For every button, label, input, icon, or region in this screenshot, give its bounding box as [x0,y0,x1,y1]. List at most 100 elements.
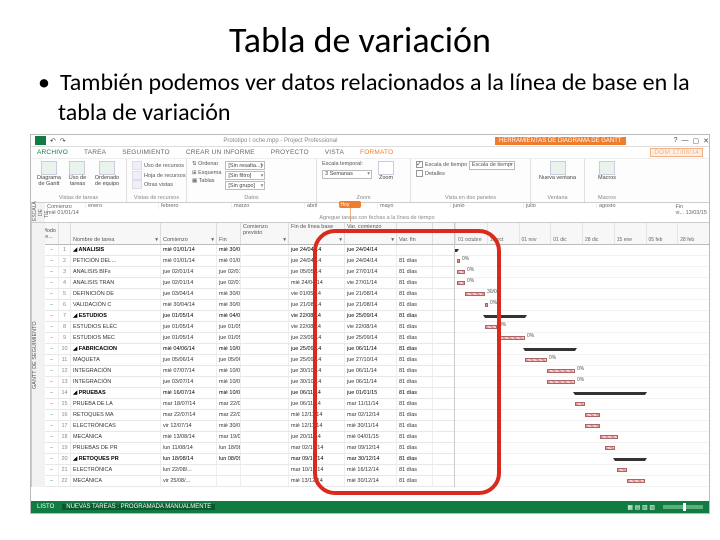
bar-label: 0% [490,300,497,306]
view-switcher-icon[interactable]: ▦ ▤ ▧ ▨ [627,504,655,511]
zoom-slider[interactable] [663,505,703,509]
table-row[interactable]: ⎯1◢ ANALISISmié 01/01/14mié 30/04/14jue … [45,245,454,256]
app-icon [35,136,46,145]
dd-resaltar[interactable]: [Sin resalta...] [225,161,265,170]
table-row[interactable]: ⎯2PETICIÓN DEL…mié 01/01/14mié 01/01/14j… [45,256,454,267]
group-vistas-tareas: Diagrama de Gantt Uso de tareas Ordenado… [31,159,127,202]
dd-filtro[interactable]: [Sin filtro] [225,171,265,180]
task-bar[interactable] [585,413,600,417]
task-bar[interactable] [600,435,618,439]
qat-redo-icon[interactable]: ↷ [60,137,66,145]
dd-escala[interactable]: 3 Semanas [322,170,372,179]
task-bar[interactable] [485,303,488,307]
bar-label: 0% [462,256,469,262]
table-row[interactable]: ⎯15PRUEBA DE LAmar 18/07/14mar 22/07/14j… [45,399,454,410]
summary-bar[interactable] [575,392,645,395]
gantt-row [455,344,709,355]
task-bar[interactable] [617,468,627,472]
gantt-chart[interactable]: 01 octubre10 oct01 nov01 dic28 dic15 ene… [455,223,709,487]
tab-seguimiento[interactable]: Seguimiento [122,149,170,156]
slide: Tabla de variación También podemos ver d… [0,0,720,540]
team-icon [99,161,115,175]
task-bar[interactable] [485,325,497,329]
tool-tab-group: HERRAMIENTAS DE DIAGRAMA DE GANTT [495,137,626,145]
task-bar[interactable] [457,281,465,285]
summary-bar[interactable] [525,348,575,351]
task-bar[interactable] [465,292,485,296]
gantt-row: 0% [455,267,709,278]
table-row[interactable]: ⎯12INTEGRACIÓNmié 07/07/14mié 10/07/14ju… [45,366,454,377]
task-bar[interactable] [585,424,600,428]
variance-table[interactable]: Modo de... Nombre de tarea▾ Comienzo▾ Fi… [45,223,455,487]
table-row[interactable]: ⎯21ELECTRÓNICAlun 22/08/...mar 10/12/14m… [45,465,454,476]
table-row[interactable]: ⎯9ESTUDIOS MECjue 01/05/14jue 01/05/14ju… [45,333,454,344]
summary-bar[interactable] [615,458,645,461]
btn-ventana[interactable]: Nueva ventana [536,161,579,182]
tab-tarea[interactable]: TAREA [84,149,106,156]
tab-informe[interactable]: CREAR UN INFORME [186,149,255,156]
help-icon[interactable]: ? [674,137,678,144]
bar-label: 0% [549,355,556,361]
table-row[interactable]: ⎯14◢ PRUEBASmié 16/07/14mié 10/09/14jue … [45,388,454,399]
gantt-row [455,443,709,454]
group-vistas-recursos: Uso de recursos Hoja de recursos Otras v… [127,159,187,202]
dd-escala-t[interactable]: Escala de tiemp [469,161,515,170]
tab-vista[interactable]: VISTA [325,149,344,156]
table-row[interactable]: ⎯20◢ RETOQUES PRlun 18/08/14lun 08/09/14… [45,454,454,465]
table-row[interactable]: ⎯4ANALISIS TRANjue 02/01/14jue 02/01/14m… [45,278,454,289]
table-row[interactable]: ⎯18MECÁNICAmié 13/08/14mar 19/08/14jue 2… [45,432,454,443]
task-bar[interactable] [497,336,525,340]
tab-proyecto[interactable]: PROYECTO [271,149,309,156]
table-row[interactable]: ⎯8ESTUDIOS ELÉCjue 01/05/14jue 01/05/14v… [45,322,454,333]
table-row[interactable]: ⎯3ANALISIS BIFsjue 02/01/14jue 02/01/14j… [45,267,454,278]
btn-zoom[interactable]: Zoom [378,161,394,182]
table-row[interactable]: ⎯17ELECTRÓNICASvir 12/07/14mié 30/07/14m… [45,421,454,432]
table-row[interactable]: ⎯7◢ ESTUDIOSjue 01/05/14mié 04/06/14vie … [45,311,454,322]
gantt-row [455,245,709,256]
table-row[interactable]: ⎯5DEFINICIÓN DEjue 03/04/14mié 30/04/14v… [45,289,454,300]
gantt-icon [41,161,57,175]
table-row[interactable]: ⎯10◢ FABRICACIONmié 04/06/14mié 10/07/14… [45,344,454,355]
table-row[interactable]: ⎯22MECÁNICAvir 25/08/...mié 13/12/14mié … [45,476,454,487]
gantt-row: 0% [455,366,709,377]
gantt-row [455,410,709,421]
table-body[interactable]: ⎯1◢ ANALISISmié 01/01/14mié 30/04/14jue … [45,245,454,487]
task-bar[interactable] [605,446,615,450]
task-bar[interactable] [525,358,547,362]
task-bar[interactable] [627,479,645,483]
status-newtasks: NUEVAS TAREAS : PROGRAMADA MANUALMENTE [62,504,215,510]
task-bar[interactable] [547,380,575,384]
dd-grupo[interactable]: [Sin grupo] [225,181,265,190]
window-max-icon[interactable]: ▢ [693,137,700,145]
task-bar[interactable] [457,270,465,274]
gantt-row [455,454,709,465]
table-row[interactable]: ⎯19PRUEBAS DE PRlun 11/08/14lun 18/08/14… [45,443,454,454]
table-row[interactable]: ⎯6VALIDACIÓN Cmié 30/04/14mié 30/04/14ju… [45,300,454,311]
table-row[interactable]: ⎯11MAQUETAjue 05/06/14jue 05/06/14jue 25… [45,355,454,366]
contextual-tabs: HERRAMIENTAS DE DIAGRAMA DE GANTT [495,137,626,145]
gantt-row: 0% [455,333,709,344]
btn-gantt[interactable]: Diagrama de Gantt [36,161,62,187]
res-sheet-icon [132,171,142,180]
tab-archivo[interactable]: ARCHIVO [37,149,68,156]
table-row[interactable]: ⎯13INTEGRACIÓNjue 03/07/14mié 10/07/14ju… [45,377,454,388]
gantt-row: 0% [455,256,709,267]
task-bar[interactable] [547,369,575,373]
res-usage-icon [132,161,142,170]
window-close-icon[interactable]: ✕ [703,137,709,145]
task-bar[interactable] [457,259,460,263]
qat-undo-icon[interactable]: ↶ [50,137,56,145]
slide-bullet: También podemos ver datos relacionados a… [30,68,690,128]
status-ready: LISTO [37,504,54,510]
btn-uso-tareas[interactable]: Uso de tareas [68,161,87,187]
summary-bar[interactable] [485,315,525,318]
summary-bar[interactable] [455,249,457,252]
gantt-row: 0% [455,355,709,366]
window-min-icon[interactable]: — [682,137,689,144]
tab-formato[interactable]: FORMATO [360,149,393,156]
sheet: GANTT DE SEGUIMIENTO Modo de... Nombre d… [31,223,709,487]
btn-macros[interactable]: Macros [590,161,624,182]
table-row[interactable]: ⎯16RETOQUES MAmar 22/07/14mar 22/07/14mi… [45,410,454,421]
btn-equipo[interactable]: Ordenado de equipo [93,161,121,187]
task-bar[interactable] [575,402,585,406]
